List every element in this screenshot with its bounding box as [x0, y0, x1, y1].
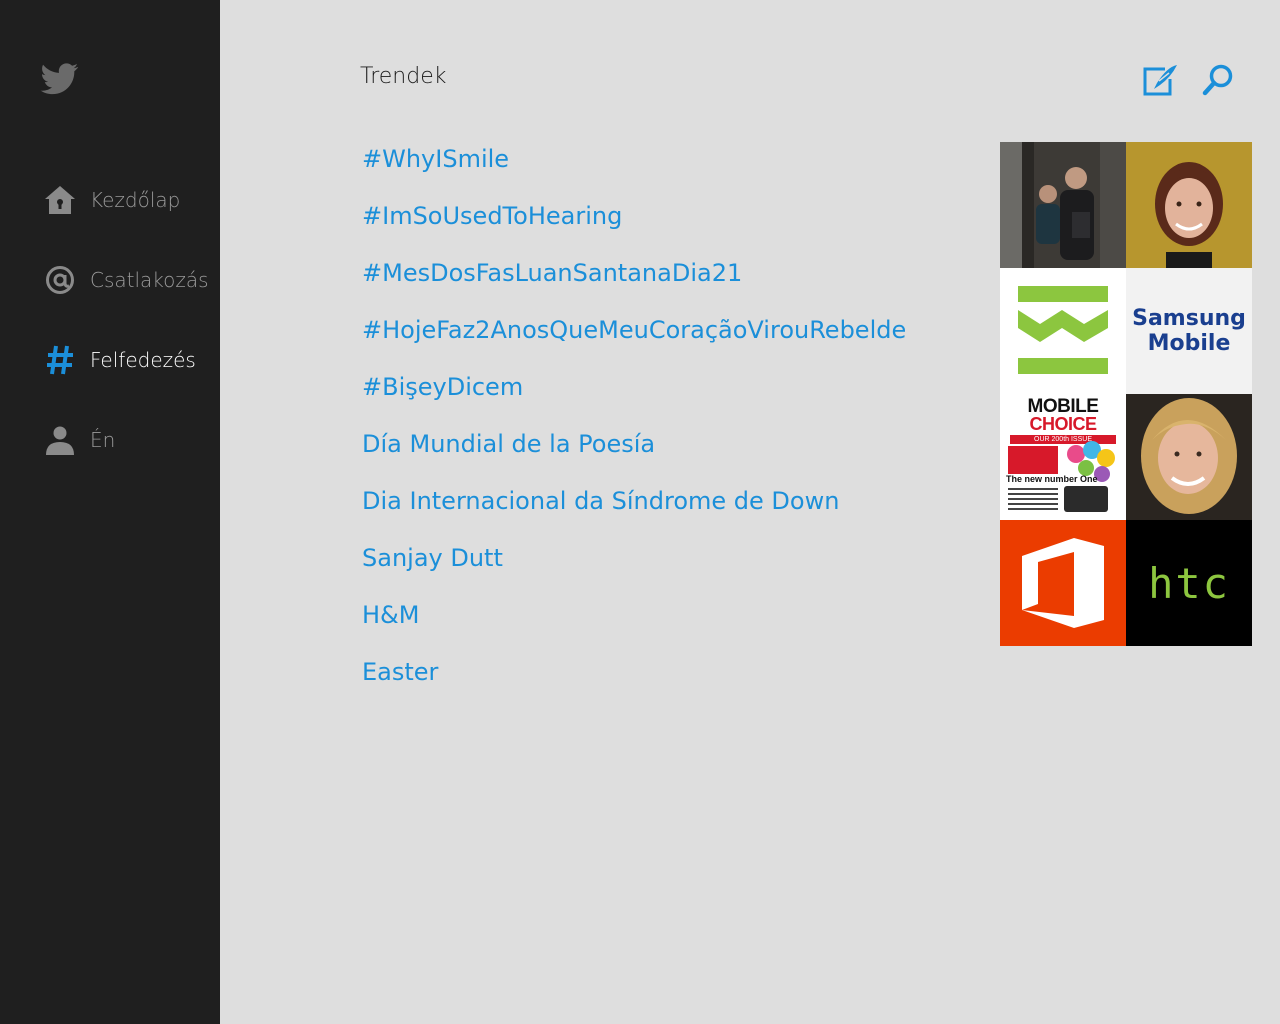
sidebar-item-label: Felfedezés — [90, 348, 196, 372]
search-button[interactable] — [1198, 60, 1238, 100]
profile-photo — [1126, 394, 1252, 520]
magazine-text-lines — [1008, 488, 1058, 512]
sidebar-item-me[interactable]: Én — [42, 420, 212, 460]
account-avatar-tile[interactable] — [1126, 394, 1252, 520]
trend-link[interactable]: Dia Internacional da Síndrome de Down — [362, 472, 906, 529]
search-icon — [1202, 64, 1233, 96]
sidebar-item-home[interactable]: Kezdőlap — [42, 180, 212, 220]
sidebar-item-connect[interactable]: Csatlakozás — [42, 260, 212, 300]
person-icon — [42, 422, 78, 458]
trend-link[interactable]: #WhyISmile — [362, 130, 906, 187]
htc-logo-text: htc — [1148, 558, 1230, 608]
mobile-logo-text: Mobile — [1147, 331, 1231, 356]
account-avatar-tile[interactable] — [1126, 142, 1252, 268]
at-sign-icon — [42, 262, 78, 298]
compose-tweet-icon — [1143, 65, 1177, 96]
hashtag-icon — [42, 342, 78, 378]
account-avatar-tile[interactable] — [1000, 520, 1126, 646]
compose-button[interactable] — [1140, 60, 1180, 100]
samsung-mobile-logo: Samsung Mobile — [1126, 268, 1252, 394]
trends-list: #WhyISmile #ImSoUsedToHearing #MesDosFas… — [362, 130, 906, 700]
profile-photo — [1126, 142, 1252, 268]
trend-link[interactable]: Sanjay Dutt — [362, 529, 906, 586]
magazine-cover: MOBILE CHOICE OUR 200th ISSUE The new nu… — [1004, 397, 1122, 516]
magazine-promo-block — [1008, 446, 1058, 474]
magazine-headline: The new number One — [1006, 474, 1098, 484]
main-panel: Trendek #WhyISmile #ImSoUsedToHearing #M… — [220, 0, 1280, 1024]
sidebar-item-label: Csatlakozás — [90, 268, 209, 292]
sidebar-item-label: Kezdőlap — [90, 188, 181, 212]
trend-link[interactable]: Easter — [362, 643, 906, 700]
magazine-title-line2: CHOICE — [1029, 414, 1097, 434]
trend-link[interactable]: #BişeyDicem — [362, 358, 906, 415]
trend-link[interactable]: H&M — [362, 586, 906, 643]
account-avatar-tile[interactable]: Samsung Mobile — [1126, 268, 1252, 394]
account-avatar-tile[interactable]: MOBILE CHOICE OUR 200th ISSUE The new nu… — [1000, 394, 1126, 520]
sidebar: Kezdőlap Csatlakozás Felfedezés Én — [0, 0, 220, 1024]
trend-link[interactable]: Día Mundial de la Poesía — [362, 415, 906, 472]
trend-link[interactable]: #HojeFaz2AnosQueMeuCoraçãoVirouRebelde — [362, 301, 906, 358]
profile-photo — [1000, 142, 1126, 268]
trend-link[interactable]: #MesDosFasLuanSantanaDia21 — [362, 244, 906, 301]
suggested-accounts-grid: Samsung Mobile MOBILE CHOICE OUR 200th I… — [1000, 142, 1252, 646]
page-title: Trendek — [360, 64, 447, 89]
home-icon — [42, 182, 78, 218]
office-logo-icon — [1000, 520, 1126, 646]
account-avatar-tile[interactable]: htc — [1126, 520, 1252, 646]
sidebar-item-label: Én — [90, 428, 116, 452]
trend-link[interactable]: #ImSoUsedToHearing — [362, 187, 906, 244]
magazine-phone-graphic — [1064, 486, 1108, 512]
twitter-bird-icon — [40, 62, 80, 98]
account-avatar-tile[interactable] — [1000, 268, 1126, 394]
account-avatar-tile[interactable] — [1000, 142, 1126, 268]
htc-logo: htc — [1126, 520, 1252, 646]
green-brand-logo — [1000, 268, 1126, 394]
sidebar-item-discover[interactable]: Felfedezés — [42, 340, 212, 380]
samsung-logo-text: Samsung — [1132, 306, 1246, 331]
